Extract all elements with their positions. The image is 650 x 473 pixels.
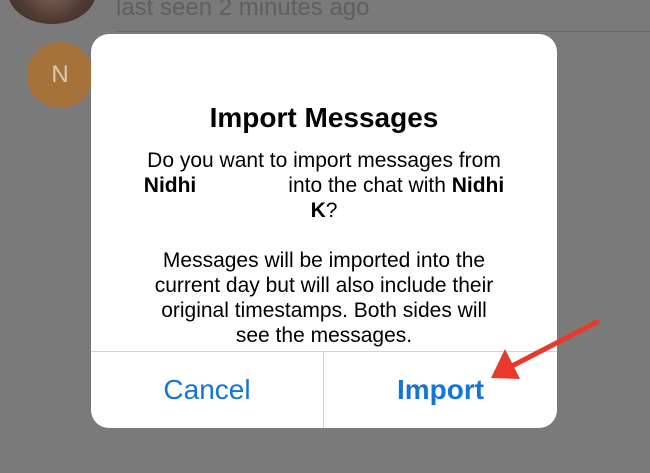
question-line-3: K? bbox=[119, 198, 529, 223]
dialog-message: Do you want to import messages from Nidh… bbox=[119, 148, 529, 348]
info-line-1: Messages will be imported into the bbox=[162, 249, 486, 272]
target-chat-name-last: K bbox=[310, 199, 326, 222]
question-line-2: Nidhi into the chat with Nidhi bbox=[119, 173, 529, 198]
info-line-3: original timestamps. Both sides will bbox=[161, 299, 487, 322]
question-middle-text: into the chat with bbox=[288, 174, 446, 197]
question-mark: ? bbox=[325, 199, 338, 222]
cancel-button[interactable]: Cancel bbox=[91, 352, 323, 428]
import-messages-dialog: Import Messages Do you want to import me… bbox=[91, 34, 557, 428]
info-line-2: current day but will also include their bbox=[154, 274, 494, 297]
chat-row[interactable]: last seen 2 minutes ago bbox=[0, 0, 650, 32]
question-line-1: Do you want to import messages from bbox=[147, 149, 501, 172]
dialog-title: Import Messages bbox=[209, 102, 439, 133]
contact-avatar bbox=[8, 0, 96, 24]
last-seen-status: last seen 2 minutes ago bbox=[116, 0, 370, 21]
source-chat-name: Nidhi bbox=[143, 174, 197, 197]
info-line-4: see the messages. bbox=[235, 324, 413, 347]
contact-initial-avatar[interactable]: N bbox=[27, 42, 93, 108]
target-chat-name-first: Nidhi bbox=[451, 174, 505, 197]
row-divider bbox=[114, 31, 650, 32]
import-button[interactable]: Import bbox=[324, 352, 557, 428]
